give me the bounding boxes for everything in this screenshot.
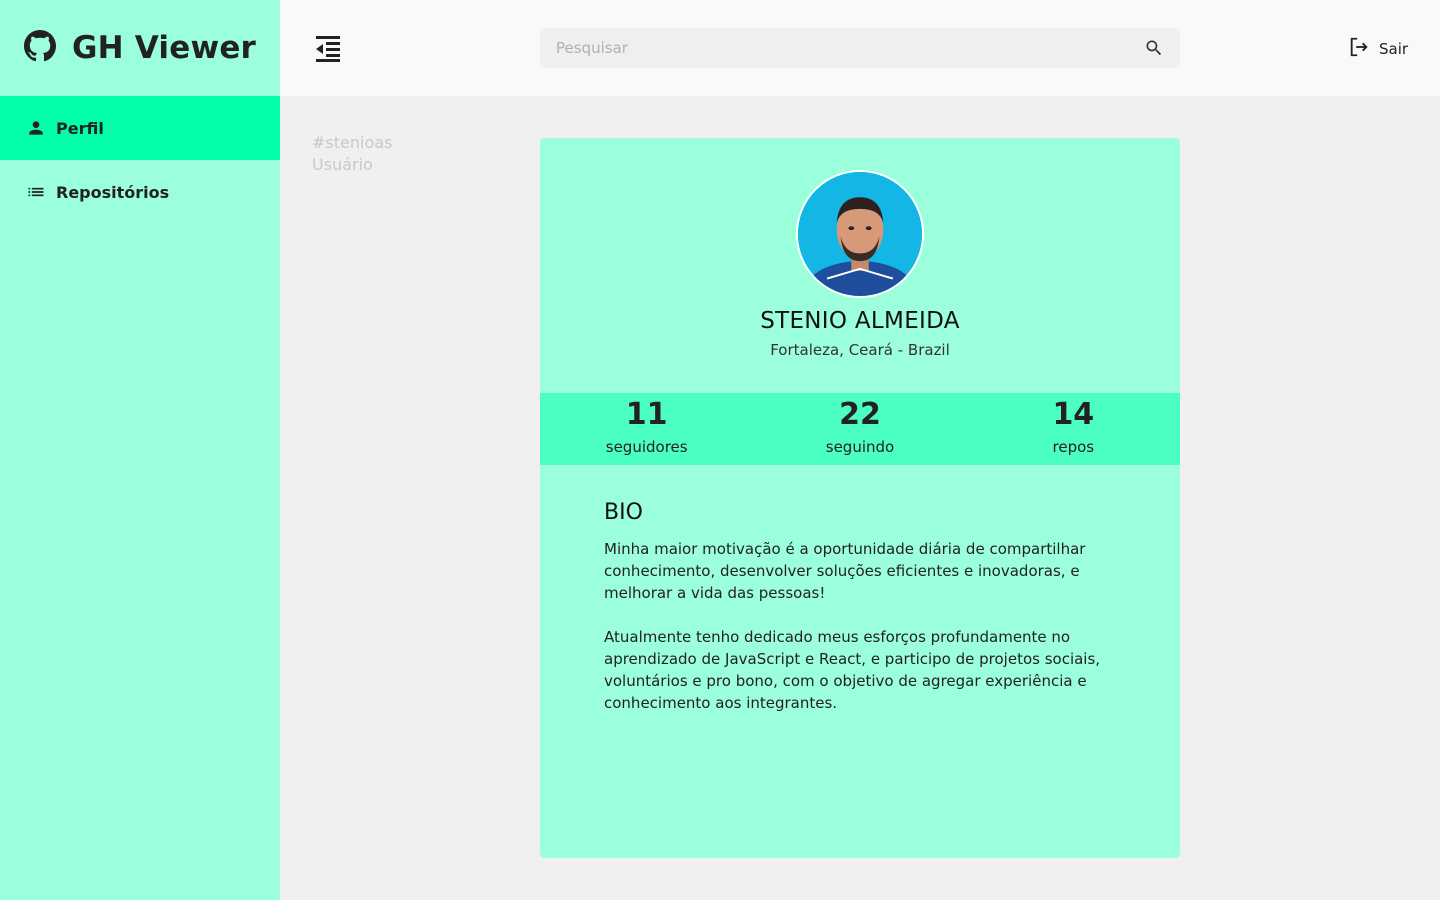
avatar [796,170,924,298]
stat-seguindo[interactable]: 22 seguindo [753,393,966,465]
logout-button[interactable]: Sair [1348,36,1408,62]
search-icon[interactable] [1144,38,1164,58]
bio-paragraph: Atualmente tenho dedicado meus esforços … [604,628,1101,712]
sidebar-item-repositorios[interactable]: Repositórios [0,160,280,224]
sidebar-item-perfil[interactable]: Perfil [0,96,280,160]
list-icon [26,182,46,202]
stat-value: 11 [625,397,668,432]
top-header: Sair [280,0,1440,96]
sidebar: GH Viewer Perfil Repositórios [0,0,280,900]
logout-icon [1348,36,1370,62]
search-bar [540,28,1180,68]
github-icon [24,30,56,66]
sidebar-item-label: Repositórios [56,182,170,202]
brand[interactable]: GH Viewer [0,0,280,96]
breadcrumb-section: Usuário [312,155,373,174]
stat-value: 14 [1052,397,1095,432]
person-icon [26,118,46,138]
stat-label: seguindo [825,438,895,456]
profile-location: Fortaleza, Ceará - Brazil [770,341,950,359]
stat-value: 22 [839,397,881,432]
breadcrumb: #stenioas Usuário [312,132,392,176]
stat-repos[interactable]: 14 repos [967,393,1180,465]
menu-collapse-icon[interactable] [314,34,342,62]
app-title: GH Viewer [72,30,257,66]
stat-seguidores[interactable]: 11 seguidores [540,393,753,465]
breadcrumb-handle: #stenioas [312,133,393,152]
sidebar-item-label: Perfil [56,118,104,138]
stat-label: repos [1052,438,1095,456]
search-input[interactable] [540,28,1144,68]
profile-card: STENIO ALMEIDA Fortaleza, Ceará - Brazil… [540,138,1180,858]
bio-paragraph: Minha maior motivação é a oportunidade d… [604,540,1086,602]
logout-label: Sair [1379,40,1409,58]
bio-text: Minha maior motivação é a oportunidade d… [604,538,1104,714]
stat-label: seguidores [605,438,688,456]
profile-stats: 11 seguidores 22 seguindo 14 repos [540,393,1180,465]
bio-heading: BIO [604,500,643,525]
profile-name: STENIO ALMEIDA [760,308,960,334]
